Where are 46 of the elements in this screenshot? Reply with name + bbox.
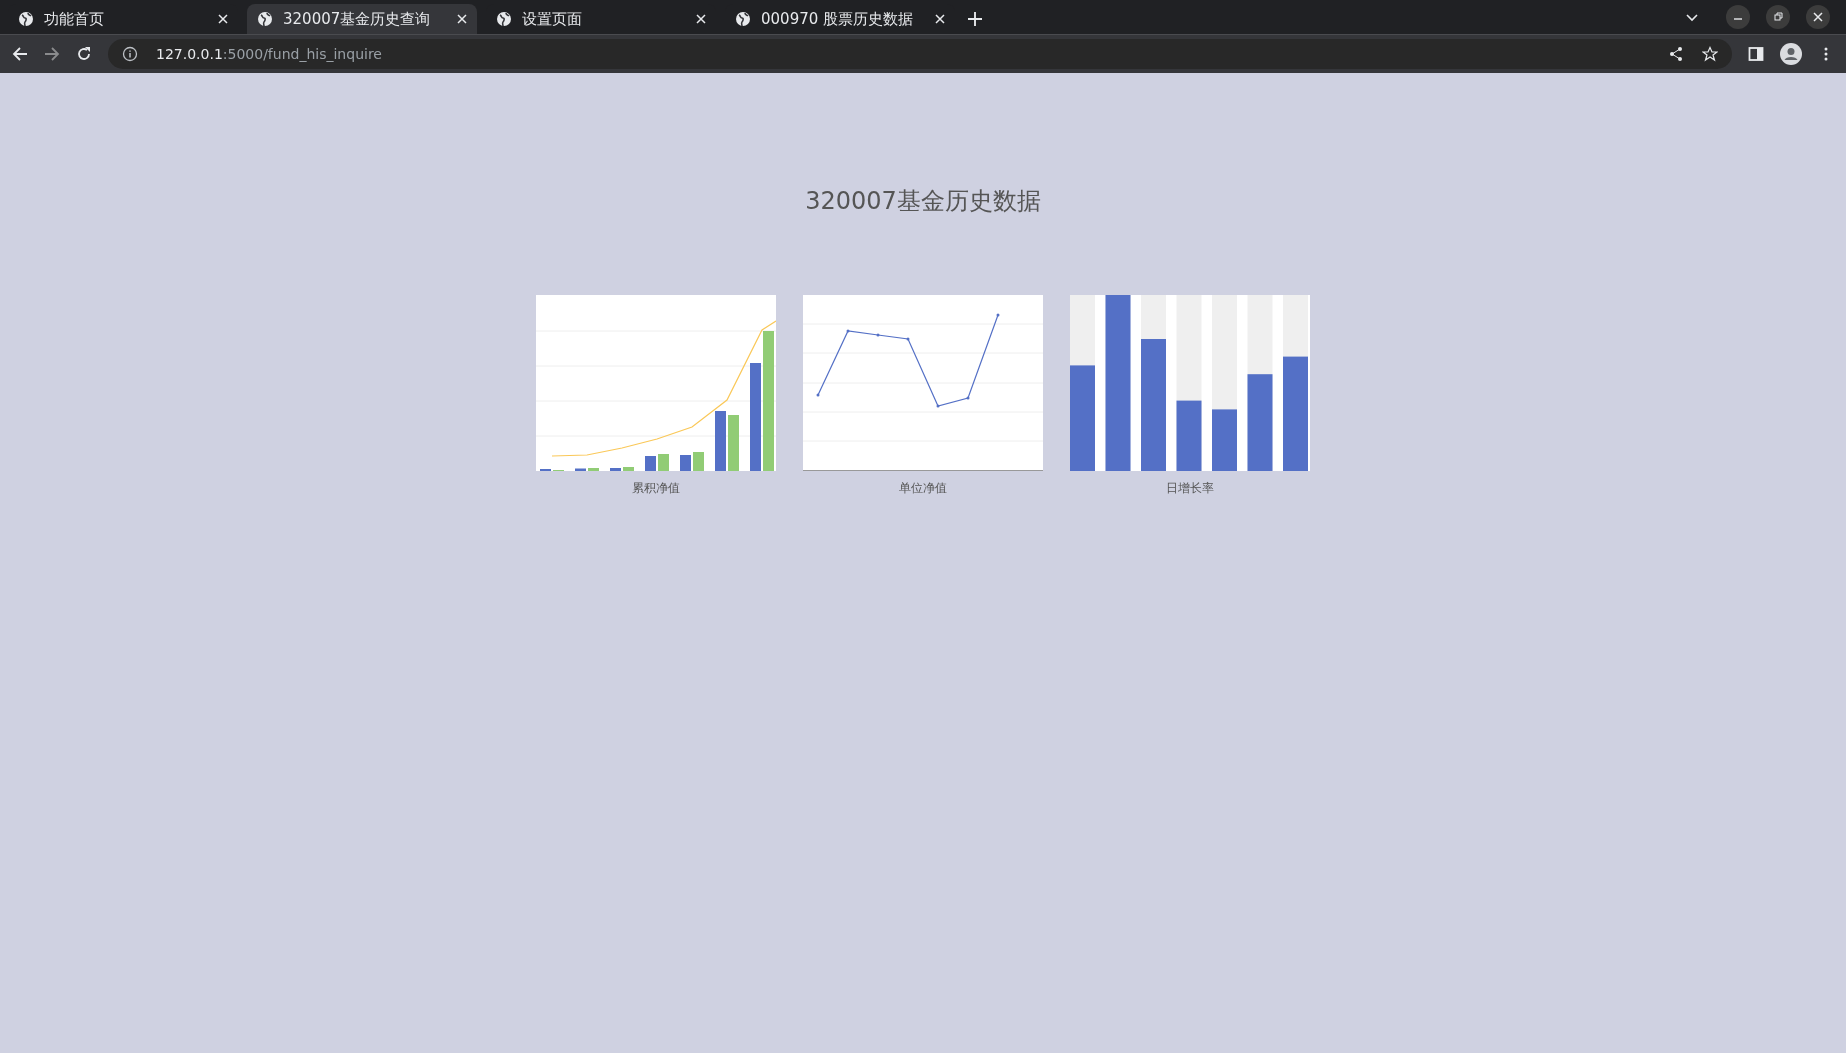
bar — [658, 454, 669, 471]
bar — [645, 456, 656, 471]
data-point — [876, 333, 880, 337]
info-icon — [122, 46, 138, 62]
close-icon[interactable] — [1806, 5, 1830, 29]
bar — [575, 468, 586, 471]
url-text: 127.0.0.1:5000/fund_his_inquire — [156, 46, 382, 62]
side-panel-icon[interactable] — [1748, 46, 1764, 62]
globe-icon — [18, 11, 34, 27]
bar — [715, 411, 726, 471]
avatar-icon[interactable] — [1780, 43, 1802, 65]
close-icon[interactable] — [218, 14, 228, 24]
data-point — [966, 396, 970, 400]
chart-caption: 累积净值 — [632, 480, 680, 497]
chart-caption: 单位净值 — [899, 480, 947, 497]
close-icon[interactable] — [457, 14, 467, 24]
restore-icon[interactable] — [1766, 5, 1790, 29]
bar — [693, 452, 704, 471]
forward-arrow-icon[interactable] — [44, 46, 60, 62]
reload-icon[interactable] — [76, 46, 92, 62]
data-point — [816, 393, 820, 397]
bar — [680, 455, 691, 471]
data-point — [846, 329, 850, 333]
browser-tab[interactable]: 320007基金历史查询 — [247, 4, 477, 34]
globe-icon — [496, 11, 512, 27]
close-icon[interactable] — [696, 14, 706, 24]
share-icon[interactable] — [1668, 46, 1684, 62]
data-point — [906, 337, 910, 341]
globe-icon — [257, 11, 273, 27]
close-icon[interactable] — [935, 14, 945, 24]
back-arrow-icon[interactable] — [12, 46, 28, 62]
bar — [610, 468, 621, 471]
bar — [1212, 409, 1237, 471]
chart-caption: 日增长率 — [1166, 480, 1214, 497]
address-bar[interactable]: 127.0.0.1:5000/fund_his_inquire — [108, 39, 1732, 69]
plus-icon[interactable] — [968, 12, 982, 26]
star-icon[interactable] — [1702, 46, 1718, 62]
globe-icon — [735, 11, 751, 27]
data-point — [936, 404, 940, 408]
data-point — [996, 313, 1000, 317]
bar — [623, 467, 634, 471]
bar — [728, 415, 739, 471]
page-title: 320007基金历史数据 — [805, 186, 1041, 217]
chevron-down-icon[interactable] — [1686, 14, 1698, 22]
minimize-icon[interactable] — [1726, 5, 1750, 29]
bar — [588, 468, 599, 471]
